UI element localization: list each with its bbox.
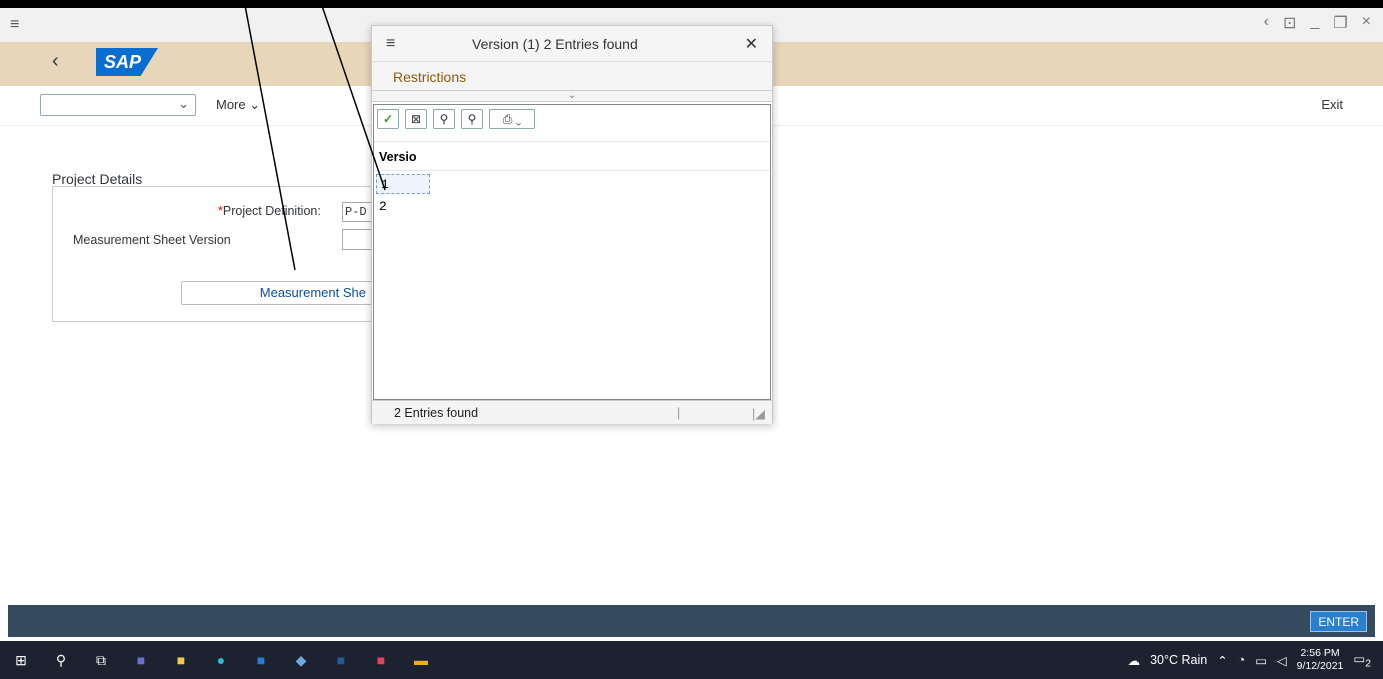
sap-gui-icon[interactable]: ▬ xyxy=(412,651,430,669)
app-icon[interactable]: ◆ xyxy=(292,651,310,669)
annotation-arrows xyxy=(243,0,386,271)
clock-time: 2:56 PM xyxy=(1300,647,1340,659)
clock[interactable]: 2:56 PM 9/12/2021 xyxy=(1297,647,1344,673)
tray-chevron-icon[interactable]: ⌃ xyxy=(1217,653,1227,668)
annotation-arrow-2 xyxy=(319,0,386,191)
volume-icon[interactable]: ◁ xyxy=(1277,653,1287,668)
windows-taskbar: ⊞ ⚲ ⧉ ■ ■ ● ■ ◆ ■ ■ ▬ ☁ 30°C Rain ⌃ ◔ ▭ … xyxy=(0,641,1383,679)
teams-icon[interactable]: ■ xyxy=(132,651,150,669)
word-icon[interactable]: ■ xyxy=(332,651,350,669)
annotation-arrow-1 xyxy=(243,0,296,271)
notification-icon[interactable]: ▭2 xyxy=(1353,651,1371,670)
weather-icon[interactable]: ☁ xyxy=(1128,653,1141,668)
taskbar-icons: ⊞ ⚲ ⧉ ■ ■ ● ■ ◆ ■ ■ ▬ xyxy=(12,651,430,669)
enter-button[interactable]: ENTER xyxy=(1310,611,1367,632)
network-icon[interactable]: ◔ xyxy=(1238,653,1246,667)
clock-date: 9/12/2021 xyxy=(1296,660,1344,672)
battery-icon[interactable]: ▭ xyxy=(1255,653,1267,668)
footer-bar: ENTER xyxy=(8,605,1375,637)
edge-icon[interactable]: ● xyxy=(212,651,230,669)
search-icon[interactable]: ⚲ xyxy=(52,651,70,669)
windows-start-icon[interactable]: ⊞ xyxy=(12,651,30,669)
task-view-icon[interactable]: ⧉ xyxy=(92,651,110,669)
weather-text[interactable]: 30°C Rain xyxy=(1150,653,1207,667)
file-explorer-icon[interactable]: ■ xyxy=(172,651,190,669)
notification-count: 2 xyxy=(1365,658,1371,670)
system-tray: ☁ 30°C Rain ⌃ ◔ ▭ ◁ 2:56 PM 9/12/2021 ▭2 xyxy=(1128,647,1371,673)
app-red-icon[interactable]: ■ xyxy=(372,651,390,669)
outlook-icon[interactable]: ■ xyxy=(252,651,270,669)
